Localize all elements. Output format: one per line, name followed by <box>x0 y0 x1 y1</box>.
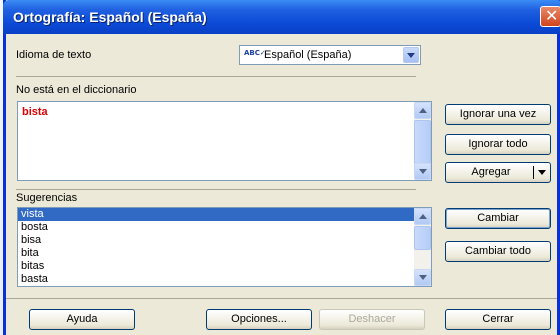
help-button[interactable]: Ayuda <box>29 309 135 330</box>
add-button-label: Agregar <box>471 166 511 178</box>
scroll-thumb[interactable] <box>414 226 431 250</box>
undo-button[interactable]: Deshacer <box>319 309 425 330</box>
close-icon: ✕ <box>545 6 559 25</box>
ignore-once-button[interactable]: Ignorar una vez <box>445 104 551 125</box>
split-divider <box>533 166 534 179</box>
spellcheck-abc-icon: ABC✓ <box>244 49 266 57</box>
chevron-down-icon[interactable] <box>403 47 419 63</box>
list-item[interactable]: bisa <box>18 234 431 247</box>
not-in-dictionary-label: No está en el diccionario <box>16 84 137 96</box>
misspelled-word: bista <box>22 106 48 118</box>
list-item[interactable]: basta <box>18 273 431 286</box>
close-button[interactable]: Cerrar <box>445 309 551 330</box>
separator <box>16 76 416 77</box>
add-button[interactable]: Agregar <box>445 162 551 183</box>
scroll-down-icon[interactable] <box>414 163 431 180</box>
scroll-up-icon[interactable] <box>414 102 431 119</box>
ignore-all-button[interactable]: Ignorar todo <box>445 134 551 155</box>
text-scrollbar[interactable] <box>414 102 431 180</box>
change-all-button[interactable]: Cambiar todo <box>445 241 551 262</box>
scroll-down-icon[interactable] <box>414 269 431 286</box>
list-item[interactable]: vista <box>18 208 431 221</box>
separator <box>6 298 557 299</box>
change-button[interactable]: Cambiar <box>445 208 551 229</box>
title-bar[interactable]: Ortografía: Español (España) ✕ <box>3 0 560 34</box>
window-title: Ortografía: Español (España) <box>13 9 207 25</box>
list-item[interactable]: bosta <box>18 221 431 234</box>
suggestions-scrollbar[interactable] <box>414 208 431 286</box>
scroll-up-icon[interactable] <box>414 208 431 225</box>
chevron-down-icon[interactable] <box>538 170 546 175</box>
list-item[interactable]: bita <box>18 247 431 260</box>
language-selected: Español (España) <box>264 49 352 61</box>
list-item[interactable]: bitas <box>18 260 431 273</box>
language-label: Idioma de texto <box>16 49 92 61</box>
separator <box>16 189 416 190</box>
spellcheck-dialog: Ortografía: Español (España) ✕ Idioma de… <box>3 0 560 335</box>
options-button[interactable]: Opciones... <box>206 309 312 330</box>
language-select[interactable]: ABC✓ Español (España) <box>239 45 421 65</box>
suggestions-label: Sugerencias <box>16 192 78 204</box>
scroll-thumb[interactable] <box>414 120 431 164</box>
misspelled-text-box[interactable]: bista <box>17 101 432 181</box>
suggestions-list[interactable]: vista bosta bisa bita bitas basta <box>17 207 432 287</box>
close-window-button[interactable]: ✕ <box>540 6 560 27</box>
